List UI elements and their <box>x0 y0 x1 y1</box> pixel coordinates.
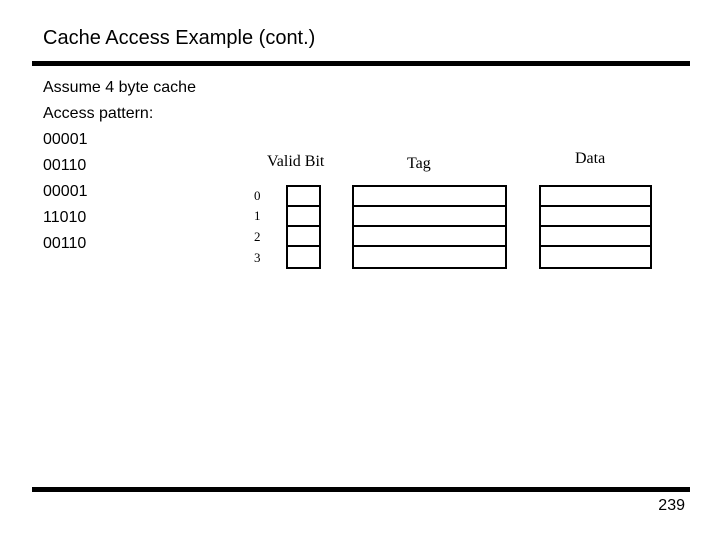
valid-bit-cell <box>288 207 319 227</box>
tag-header: Tag <box>407 155 431 172</box>
data-cell <box>541 207 650 227</box>
body-line: Assume 4 byte cache <box>43 79 196 96</box>
data-cell <box>541 247 650 267</box>
slide-body: Assume 4 byte cache Access pattern: 0000… <box>43 75 196 257</box>
valid-bit-cell <box>288 227 319 247</box>
tag-cell <box>354 227 505 247</box>
data-cell <box>541 187 650 207</box>
access-address: 00110 <box>43 235 87 252</box>
data-header: Data <box>575 150 606 167</box>
footer-divider <box>32 487 690 492</box>
data-column <box>539 185 652 269</box>
data-cell <box>541 227 650 247</box>
valid-bit-header: Valid Bit <box>267 153 325 170</box>
access-address: 00001 <box>43 131 88 148</box>
valid-bit-column <box>286 185 321 269</box>
tag-cell <box>354 207 505 227</box>
valid-bit-cell <box>288 247 319 267</box>
access-address: 11010 <box>43 209 87 226</box>
row-index: 1 <box>254 208 261 223</box>
slide-title: Cache Access Example (cont.) <box>43 27 316 49</box>
body-line: Access pattern: <box>43 105 154 122</box>
page-number: 239 <box>658 497 685 514</box>
row-index: 0 <box>254 188 261 203</box>
tag-column <box>352 185 507 269</box>
title-divider <box>32 61 690 66</box>
access-address: 00110 <box>43 157 87 174</box>
valid-bit-cell <box>288 187 319 207</box>
access-address: 00001 <box>43 183 88 200</box>
tag-cell <box>354 187 505 207</box>
row-index: 2 <box>254 229 261 244</box>
tag-cell <box>354 247 505 267</box>
row-index: 3 <box>254 250 261 265</box>
